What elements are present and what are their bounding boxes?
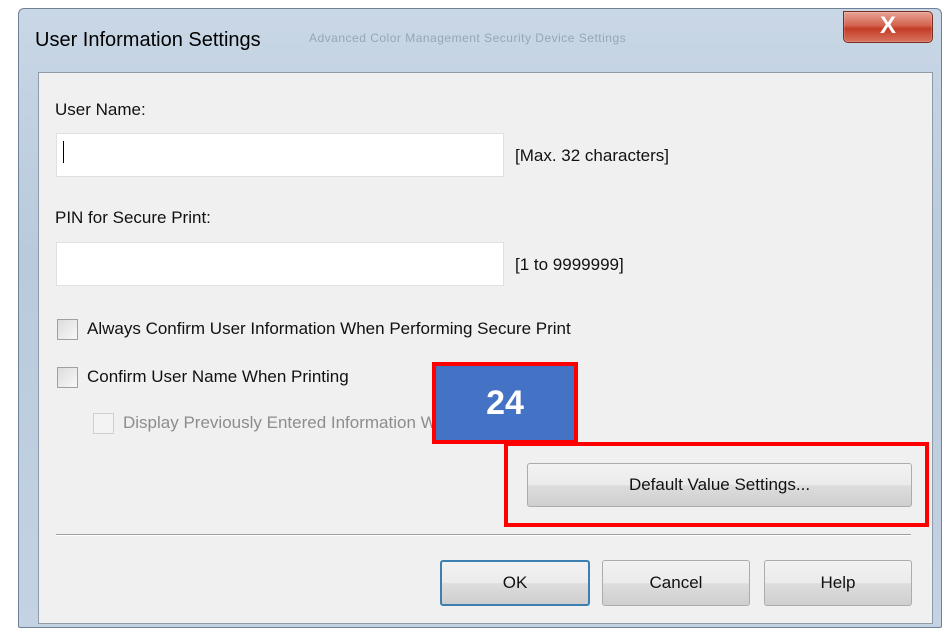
always-confirm-label[interactable]: Always Confirm User Information When Per… [87, 319, 571, 339]
background-tabs-text: Advanced Color Management Security Devic… [309, 31, 627, 45]
separator [56, 534, 911, 536]
dialog-title: User Information Settings [35, 29, 261, 51]
pin-hint: [1 to 9999999] [515, 255, 624, 274]
highlight-box [504, 442, 929, 527]
display-previous-checkbox [93, 413, 114, 434]
pin-input[interactable] [56, 242, 504, 286]
title-bar[interactable]: User Information Settings Advanced Color… [19, 9, 941, 71]
text-caret [63, 141, 64, 163]
step-badge: 24 [432, 362, 578, 444]
always-confirm-checkbox[interactable] [57, 319, 78, 340]
pin-label: PIN for Secure Print: [55, 208, 211, 227]
user-name-hint: [Max. 32 characters] [515, 146, 670, 165]
close-icon: X [879, 12, 896, 39]
user-name-label: User Name: [55, 100, 146, 119]
help-button[interactable]: Help [764, 560, 912, 606]
cancel-button[interactable]: Cancel [602, 560, 750, 606]
close-button[interactable]: X [843, 11, 933, 43]
dialog-content: User Name: [Max. 32 characters] PIN for … [38, 72, 933, 624]
user-name-input[interactable] [56, 133, 504, 177]
confirm-name-checkbox[interactable] [57, 367, 78, 388]
confirm-name-label[interactable]: Confirm User Name When Printing [87, 367, 349, 387]
ok-button[interactable]: OK [440, 560, 590, 606]
